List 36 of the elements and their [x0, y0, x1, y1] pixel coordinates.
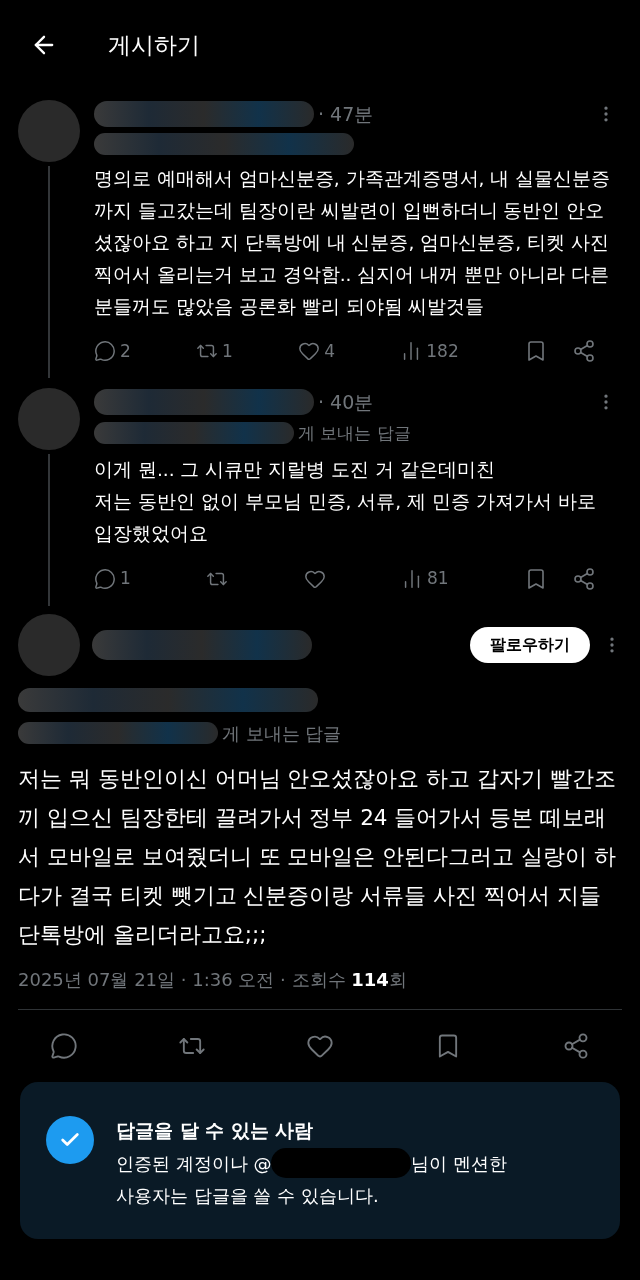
reply-to-label: 게 보내는 답글	[298, 421, 411, 445]
reply-icon	[94, 567, 116, 590]
reply-text: 이게 뭔... 그 시큐만 지랄병 도진 거 같은데미친 저는 동반인 없이 부모님 민증, 서류, 제 민증 가져가서 바로 입장했었어요	[94, 458, 597, 546]
reply-icon[interactable]	[50, 1031, 78, 1060]
share-icon[interactable]	[562, 1031, 590, 1060]
reply-text: 명의로 예매해서 엄마신분증, 가족관계증명서, 내 실물신분증까지 들고갔는데 팀장이란 씨발련이 입뻔하더니 동반인 안오셨잖아요 하고 지 단톡방에 내 신분증, 엄마신분증, 티켓 사진 찍어서 올리는거 보고 경악함.. 심지어 내꺼 뿐만 아니라 다른분들꺼도 많았음 공론화 빨리 되야됨 씨발것들	[94, 166, 612, 319]
like-icon	[298, 340, 321, 363]
post-time: · 47분	[318, 102, 374, 127]
reply-icon	[94, 340, 116, 363]
count: 1	[120, 567, 131, 590]
view-count: 114	[351, 968, 389, 990]
views-button[interactable]: 81	[400, 566, 449, 592]
notice-text: 인증된 계정이나 @	[116, 1151, 272, 1176]
like-button[interactable]: 4	[298, 338, 335, 364]
share-icon[interactable]	[572, 339, 596, 364]
post-time: · 40분	[318, 390, 374, 415]
count: 4	[324, 339, 335, 363]
repost-button[interactable]: 1	[196, 338, 233, 364]
count: 2	[120, 339, 131, 363]
reply-button[interactable]: 1	[94, 566, 131, 592]
views-button[interactable]: 182	[400, 338, 459, 364]
follow-button[interactable]: 팔로우하기	[470, 626, 590, 663]
page-title: 게시하기	[108, 30, 200, 60]
notice-text: 님이 멘션한	[411, 1151, 508, 1176]
count: 1	[222, 339, 233, 363]
reply-button[interactable]: 2	[94, 338, 131, 364]
count: 81	[426, 567, 449, 590]
reply-to-label: 게 보내는 답글	[222, 721, 342, 746]
share-icon[interactable]	[571, 566, 596, 591]
notice-title: 답글을 달 수 있는 사람	[116, 1117, 315, 1143]
post-text: 저는 뭐 동반인이신 어머님 안오셨잖아요 하고 갑자기 빨간조끼 입으신 팀장한테 끌려가서 정부 24 들어가서 등본 떼보래서 모바일로 보여줬더니 또 모바일은 안된다그러고 실랑이 하다가 결국 티켓 뺏기고 신분증이랑 서류들 사진 찍어서 지들 단톡방에 올리더라고요;;;	[18, 764, 617, 949]
post-date: 2025년 07월 21일 · 1:36 오전 · 조회수	[18, 968, 347, 990]
count: 182	[426, 339, 459, 363]
notice-text: 사용자는 답글을 쓸 수 있습니다.	[116, 1184, 380, 1208]
view-unit: 회	[388, 968, 407, 990]
verified-icon	[46, 1115, 94, 1164]
